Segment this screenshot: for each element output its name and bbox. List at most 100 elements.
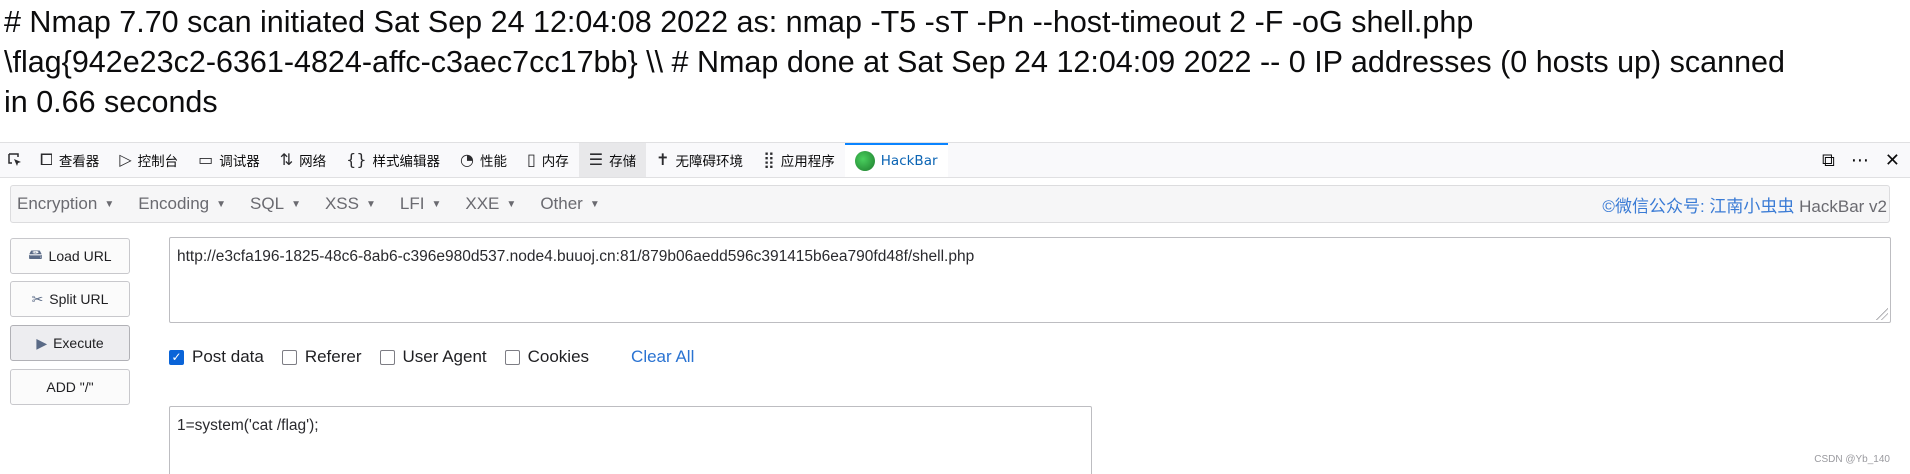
watermark: CSDN @Yb_140 bbox=[1814, 454, 1890, 465]
user-agent-checkbox[interactable]: User Agent bbox=[379, 347, 487, 367]
button-label: Execute bbox=[53, 335, 104, 351]
menu-label: Encryption bbox=[17, 194, 98, 213]
memory-icon: ▯ bbox=[526, 150, 536, 169]
devtools-window-controls: ⧉ ⋯ ✕ bbox=[1822, 143, 1910, 177]
resize-grip-icon[interactable] bbox=[1876, 308, 1888, 320]
play-icon: ▶ bbox=[36, 334, 48, 351]
tab-label: 内存 bbox=[541, 154, 569, 170]
output-line: in 0.66 seconds bbox=[4, 85, 218, 119]
caret-down-icon: ▼ bbox=[589, 198, 600, 210]
style-editor-icon: {} bbox=[346, 150, 367, 169]
output-line: # Nmap 7.70 scan initiated Sat Sep 24 12… bbox=[4, 5, 1474, 39]
menu-label: XSS bbox=[324, 194, 359, 213]
hackbar-icon bbox=[854, 151, 875, 171]
tab-performance[interactable]: ◔ 性能 bbox=[450, 143, 517, 177]
menu-label: SQL bbox=[250, 194, 285, 213]
tab-debugger[interactable]: ▭ 调试器 bbox=[188, 143, 270, 177]
button-label: Load URL bbox=[48, 248, 112, 264]
close-icon[interactable]: ✕ bbox=[1885, 150, 1900, 171]
tab-label: 性能 bbox=[479, 154, 507, 170]
menu-xss[interactable]: XSS ▼ bbox=[319, 194, 382, 214]
scissors-icon: ✂ bbox=[31, 290, 44, 307]
menu-label: LFI bbox=[399, 194, 425, 213]
load-url-icon: 🖴 bbox=[28, 246, 43, 262]
tab-label: 无障碍环境 bbox=[675, 154, 744, 170]
output-line: \flag{942e23c2-6361-4824-affc-c3aec7cc17… bbox=[4, 45, 1785, 79]
checkbox-label: User Agent bbox=[402, 347, 487, 366]
checkbox-box bbox=[379, 349, 395, 365]
button-label: ADD "/" bbox=[46, 379, 94, 395]
checkbox-label: Referer bbox=[304, 347, 362, 366]
page-output-text: # Nmap 7.70 scan initiated Sat Sep 24 12… bbox=[4, 2, 1904, 122]
tab-console[interactable]: ▷ 控制台 bbox=[109, 143, 188, 177]
post-data-value: 1=system('cat /flag'); bbox=[177, 417, 319, 434]
devtools-toolbar: ⧠ 查看器 ▷ 控制台 ▭ 调试器 ⇅ 网络 {} 样式编辑器 ◔ 性能 ▯ 内… bbox=[0, 142, 1910, 178]
post-data-checkbox[interactable]: ✓ Post data bbox=[169, 347, 264, 367]
caret-down-icon: ▼ bbox=[431, 198, 442, 210]
cookies-checkbox[interactable]: Cookies bbox=[504, 347, 590, 367]
tab-label: 样式编辑器 bbox=[372, 154, 441, 170]
caret-down-icon: ▼ bbox=[506, 198, 517, 210]
tab-network[interactable]: ⇅ 网络 bbox=[270, 143, 336, 177]
checkbox-box bbox=[504, 349, 520, 365]
network-icon: ⇅ bbox=[279, 150, 294, 169]
inspector-icon: ⧠ bbox=[40, 150, 53, 169]
hackbar-credit: ©微信公众号: 江南小虫虫 HackBar v2 bbox=[1602, 192, 1889, 217]
clear-all-link[interactable]: Clear All bbox=[631, 347, 694, 367]
menu-encryption[interactable]: Encryption ▼ bbox=[11, 194, 120, 214]
checkbox-label: Post data bbox=[192, 347, 264, 366]
menu-label: XXE bbox=[465, 194, 500, 213]
storage-icon: ☰ bbox=[588, 150, 604, 169]
url-value: http://e3cfa196-1825-48c6-8ab6-c396e980d… bbox=[177, 248, 975, 265]
performance-icon: ◔ bbox=[460, 150, 474, 169]
tab-storage[interactable]: ☰ 存储 bbox=[578, 143, 647, 177]
menu-other[interactable]: Other ▼ bbox=[534, 194, 605, 214]
page: # Nmap 7.70 scan initiated Sat Sep 24 12… bbox=[0, 0, 1910, 474]
url-input[interactable]: http://e3cfa196-1825-48c6-8ab6-c396e980d… bbox=[169, 237, 1891, 323]
tab-label: 调试器 bbox=[219, 154, 260, 170]
checkmark-icon: ✓ bbox=[169, 349, 184, 365]
caret-down-icon: ▼ bbox=[291, 198, 301, 210]
add-slash-button[interactable]: ADD "/" bbox=[10, 369, 130, 405]
menu-xxe[interactable]: XXE ▼ bbox=[459, 194, 522, 214]
dock-side-icon[interactable]: ⧉ bbox=[1822, 150, 1835, 171]
debugger-icon: ▭ bbox=[198, 150, 214, 169]
tab-accessibility[interactable]: ✝ 无障碍环境 bbox=[646, 143, 753, 177]
checkbox-box bbox=[281, 349, 297, 365]
version-label: HackBar v2 bbox=[1794, 196, 1887, 216]
checkbox-label: Cookies bbox=[527, 347, 590, 366]
menu-sql[interactable]: SQL ▼ bbox=[244, 194, 307, 214]
menu-encoding[interactable]: Encoding ▼ bbox=[132, 194, 232, 214]
caret-down-icon: ▼ bbox=[366, 198, 376, 210]
hackbar-menu: Encryption ▼ Encoding ▼ SQL ▼ XSS ▼ LFI ▼ XXE… bbox=[10, 185, 1890, 223]
more-options-icon[interactable]: ⋯ bbox=[1851, 150, 1869, 171]
tab-label: HackBar bbox=[880, 153, 938, 169]
button-label: Split URL bbox=[49, 291, 109, 307]
tab-memory[interactable]: ▯ 内存 bbox=[517, 143, 579, 177]
caret-down-icon: ▼ bbox=[216, 198, 227, 210]
load-url-button[interactable]: 🖴 Load URL bbox=[10, 238, 130, 274]
split-url-button[interactable]: ✂ Split URL bbox=[10, 281, 130, 317]
element-picker-icon[interactable] bbox=[0, 143, 30, 177]
tab-label: 应用程序 bbox=[780, 154, 835, 170]
tab-label: 网络 bbox=[299, 154, 327, 170]
execute-button[interactable]: ▶ Execute bbox=[10, 325, 130, 361]
application-icon: ⣿ bbox=[763, 150, 775, 169]
menu-label: Other bbox=[540, 194, 583, 213]
post-data-input[interactable]: 1=system('cat /flag'); bbox=[169, 406, 1092, 474]
caret-down-icon: ▼ bbox=[104, 198, 115, 210]
console-icon: ▷ bbox=[119, 150, 132, 169]
tab-label: 查看器 bbox=[58, 154, 100, 170]
menu-lfi[interactable]: LFI ▼ bbox=[394, 194, 447, 214]
menu-label: Encoding bbox=[138, 194, 210, 213]
request-options: ✓ Post data Referer User Agent Cookies C… bbox=[169, 344, 694, 370]
tab-label: 存储 bbox=[609, 154, 637, 170]
accessibility-icon: ✝ bbox=[656, 150, 670, 169]
tab-application[interactable]: ⣿ 应用程序 bbox=[753, 143, 845, 177]
tab-inspector[interactable]: ⧠ 查看器 bbox=[30, 143, 109, 177]
tab-style-editor[interactable]: {} 样式编辑器 bbox=[336, 143, 450, 177]
credit-link[interactable]: ©微信公众号: 江南小虫虫 bbox=[1602, 197, 1794, 216]
tab-hackbar[interactable]: HackBar bbox=[844, 143, 948, 177]
referer-checkbox[interactable]: Referer bbox=[281, 347, 362, 367]
tab-label: 控制台 bbox=[137, 154, 179, 170]
